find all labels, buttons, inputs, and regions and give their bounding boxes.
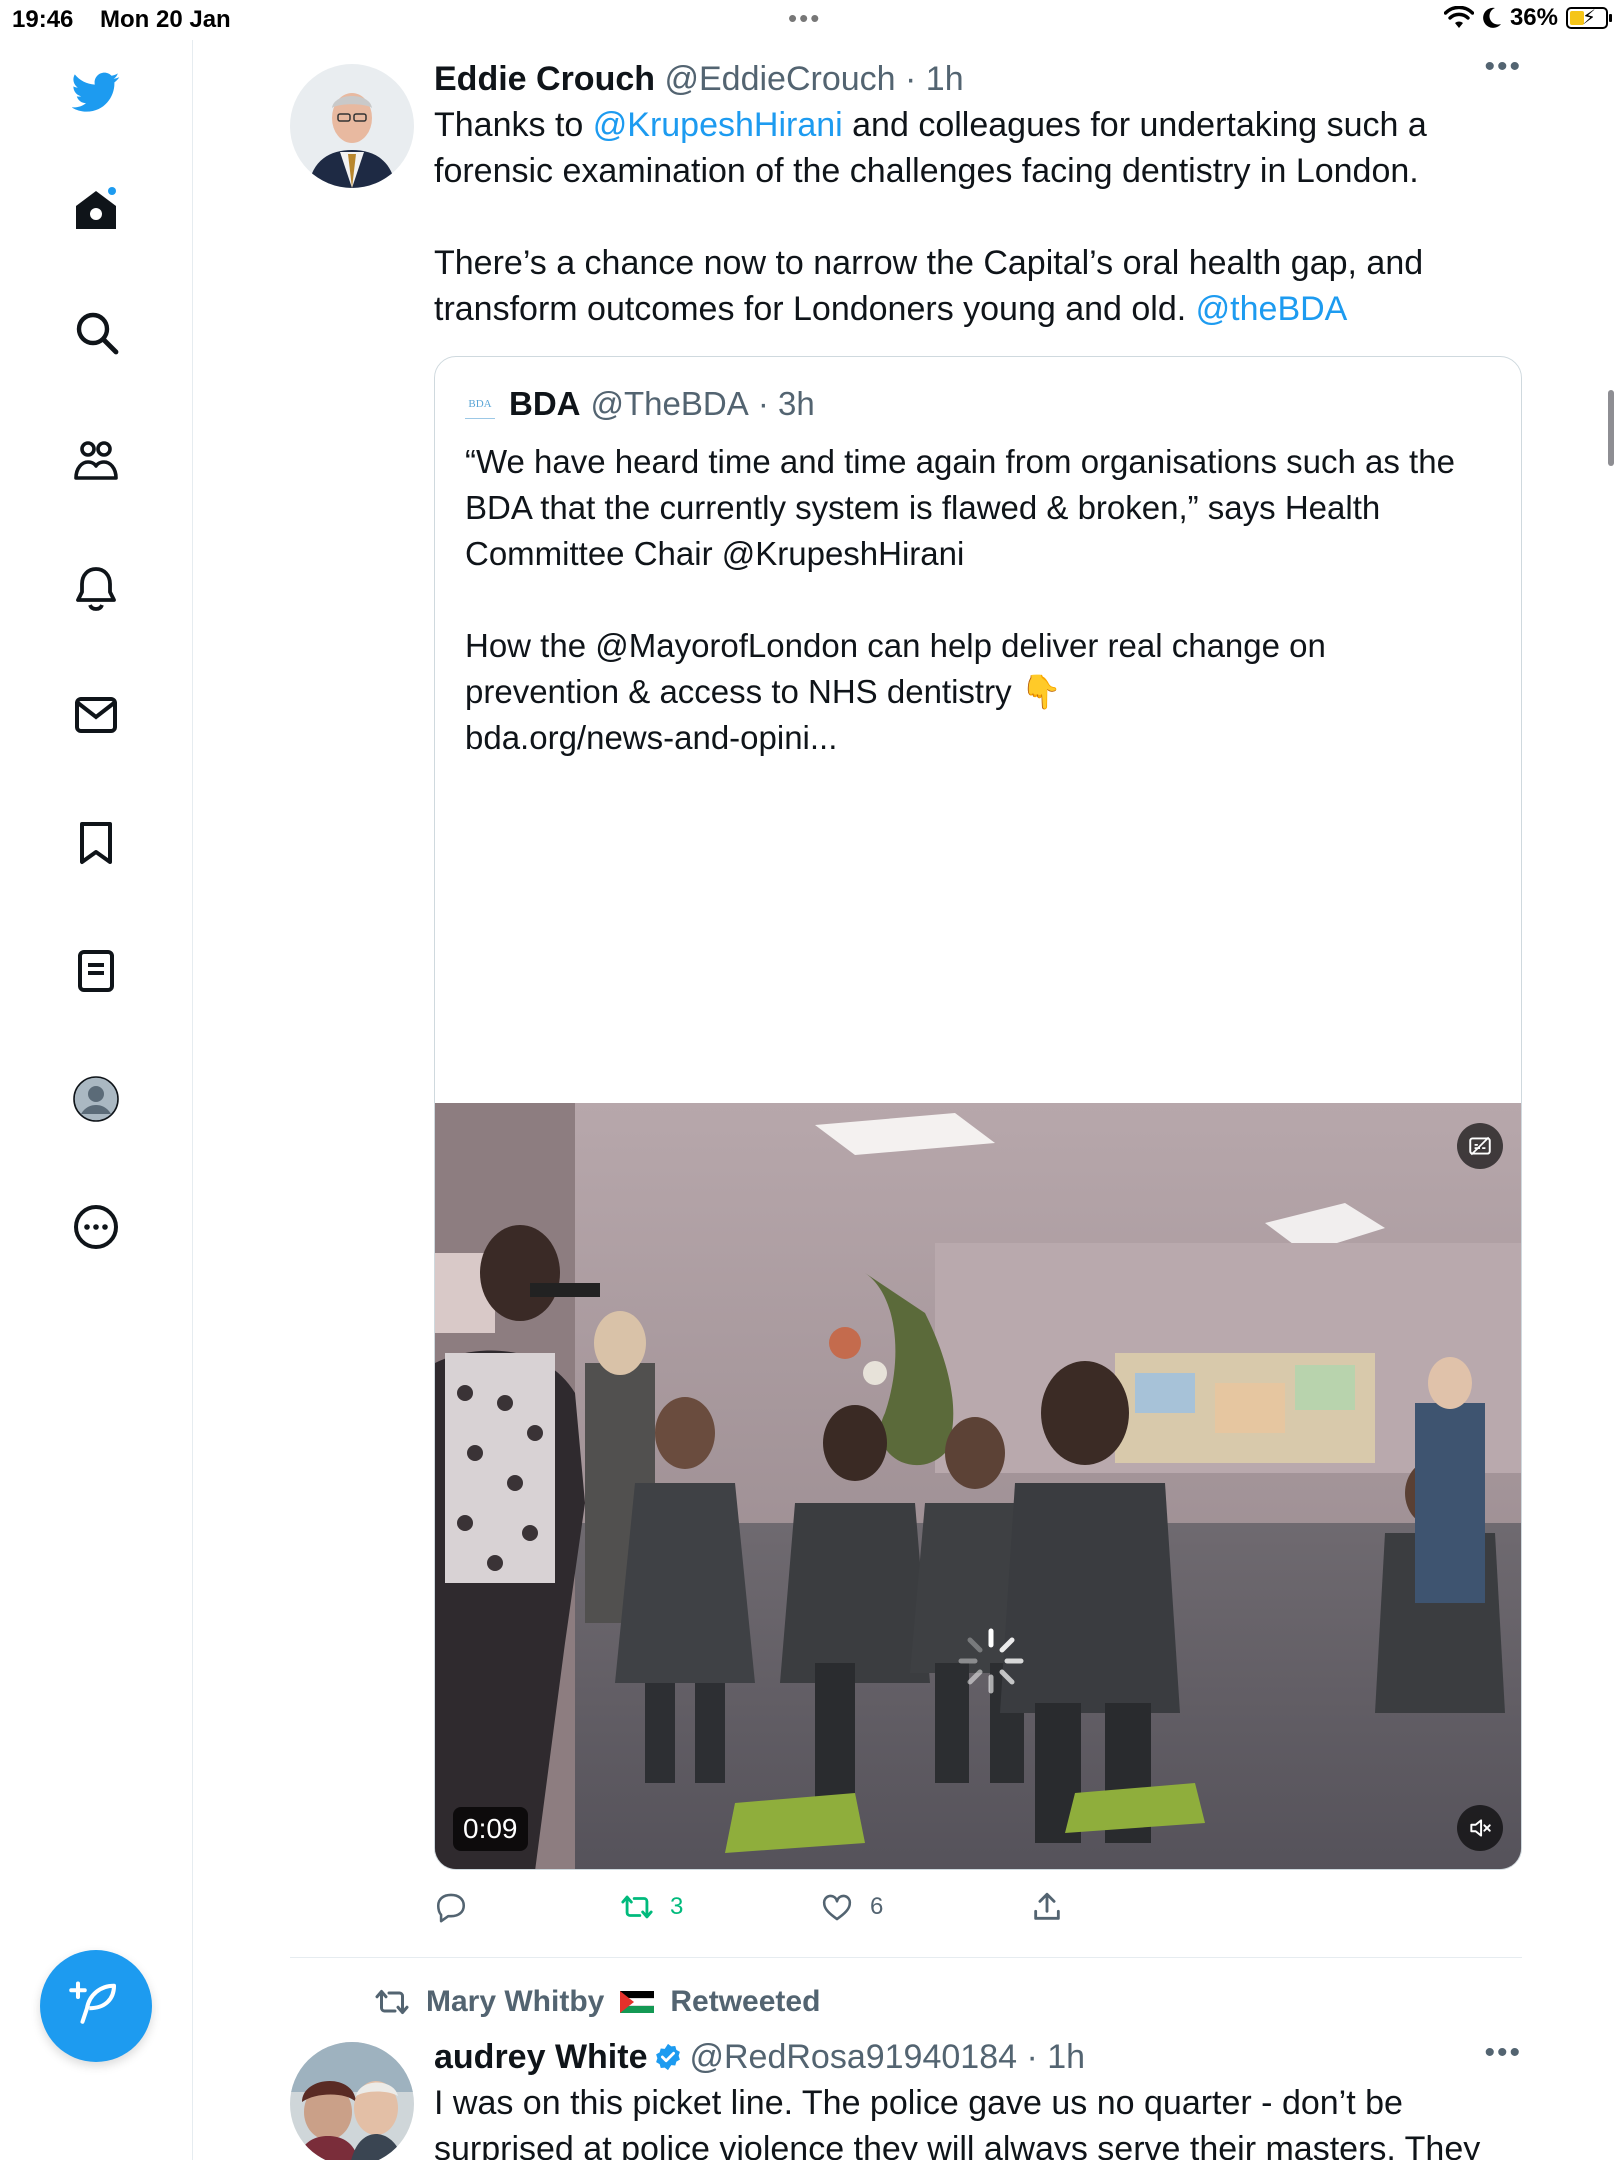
tweet-body: audrey White @RedRosa91940184 · 1h I was … bbox=[434, 2034, 1522, 2160]
author-handle[interactable]: @RedRosa91940184 bbox=[689, 2038, 1017, 2076]
tweet-actions: 3 6 bbox=[434, 1890, 1334, 1934]
video-frame bbox=[435, 1103, 1521, 1869]
home-icon[interactable] bbox=[66, 180, 126, 240]
mute-button[interactable] bbox=[1457, 1805, 1503, 1851]
bda-avatar[interactable]: BDA bbox=[465, 389, 495, 419]
retweet-count: 3 bbox=[670, 1893, 684, 1920]
more-icon[interactable] bbox=[66, 1197, 126, 1257]
mention-link[interactable]: @KrupeshHirani bbox=[593, 106, 843, 144]
multitasking-dots-icon[interactable]: ••• bbox=[788, 5, 821, 31]
more-options-icon[interactable]: ••• bbox=[1484, 52, 1522, 82]
tweet-text-line: forensic examination of the challenges f… bbox=[434, 152, 1419, 190]
tweet-header: Eddie Crouch @EddieCrouch · 1h bbox=[434, 56, 1522, 102]
messages-icon[interactable] bbox=[66, 685, 126, 745]
reply-icon bbox=[436, 1893, 466, 1923]
search-icon[interactable] bbox=[66, 302, 126, 362]
twitter-logo-icon[interactable] bbox=[66, 62, 126, 122]
quoted-text-line: BDA that the currently system is flawed … bbox=[465, 489, 1381, 526]
status-right: 36% ⚡ bbox=[1443, 4, 1612, 32]
speaker-muted-icon bbox=[1470, 1819, 1491, 1837]
video-player[interactable]: 0:09 bbox=[435, 1103, 1521, 1869]
video-timer: 0:09 bbox=[453, 1807, 528, 1851]
like-count: 6 bbox=[870, 1893, 884, 1920]
author-name[interactable]: audrey White bbox=[434, 2038, 647, 2076]
tweet-text-line: There’s a chance now to narrow the Capit… bbox=[434, 244, 1424, 282]
tweet-body: Eddie Crouch @EddieCrouch · 1h Thanks to… bbox=[434, 56, 1522, 332]
quoted-tweet-header: BDA BDA @TheBDA · 3h bbox=[465, 385, 815, 423]
captions-button[interactable] bbox=[1457, 1123, 1503, 1169]
tweet-text: I was on this picket line. The police ga… bbox=[434, 2080, 1522, 2160]
status-bar: 19:46 Mon 20 Jan ••• 36% ⚡ bbox=[0, 0, 1620, 40]
tweet-text-line: surprised at police violence they will a… bbox=[434, 2130, 1481, 2160]
quoted-author-handle[interactable]: @TheBDA bbox=[591, 385, 749, 423]
heart-icon bbox=[822, 1894, 852, 1921]
author-name[interactable]: Eddie Crouch bbox=[434, 60, 655, 98]
wifi-icon bbox=[1443, 6, 1474, 28]
profile-icon[interactable] bbox=[66, 1069, 126, 1129]
tweet-text-span: and colleagues for undertaking such a bbox=[842, 106, 1427, 144]
compose-tweet-button[interactable] bbox=[40, 1950, 152, 2062]
tweet-divider bbox=[290, 1957, 1522, 1958]
tweet-time[interactable]: · 1h bbox=[1026, 2038, 1085, 2076]
scroll-indicator[interactable] bbox=[1608, 390, 1614, 466]
notifications-icon[interactable] bbox=[66, 558, 126, 618]
retweeted-label: Retweeted bbox=[670, 1985, 821, 2018]
status-date: Mon 20 Jan bbox=[100, 6, 231, 33]
loading-spinner-icon bbox=[958, 1628, 1024, 1694]
author-handle[interactable]: @EddieCrouch bbox=[664, 60, 895, 98]
more-options-icon[interactable]: ••• bbox=[1484, 2038, 1522, 2068]
quoted-tweet-text: “We have heard time and time again from … bbox=[465, 439, 1495, 761]
quoted-tweet[interactable]: BDA BDA @TheBDA · 3h “We have heard time… bbox=[434, 356, 1522, 1870]
retweet-icon bbox=[375, 1990, 409, 2014]
battery-icon: ⚡ bbox=[1566, 7, 1612, 29]
retweet-button[interactable]: 3 bbox=[620, 1890, 683, 1924]
retweeted-by: Mary Whitby Retweeted bbox=[374, 1984, 820, 2020]
battery-percent: 36% bbox=[1509, 4, 1558, 31]
sidebar bbox=[0, 40, 193, 2160]
avatar[interactable] bbox=[290, 64, 414, 188]
quoted-text-line[interactable]: bda.org/news-and-opini... bbox=[465, 715, 1495, 761]
retweet-icon bbox=[621, 1895, 653, 1919]
share-button[interactable] bbox=[1030, 1890, 1064, 1924]
quoted-text-line: How the @MayorofLondon can help deliver … bbox=[465, 627, 1326, 664]
tweet-text-line: I was on this picket line. The police ga… bbox=[434, 2084, 1403, 2122]
quoted-text-line bbox=[465, 577, 1495, 623]
share-icon bbox=[1034, 1892, 1060, 1920]
tweet-time[interactable]: · 1h bbox=[905, 60, 964, 98]
avatar[interactable] bbox=[290, 2042, 414, 2160]
compose-tweet-icon bbox=[69, 1981, 117, 2024]
tweet-text-span: transform outcomes for Londoners young a… bbox=[434, 290, 1196, 328]
verified-badge-icon bbox=[656, 2043, 681, 2071]
lists-icon[interactable] bbox=[66, 941, 126, 1001]
retweeter-name[interactable]: Mary Whitby bbox=[426, 1985, 604, 2019]
moon-icon bbox=[1483, 7, 1501, 28]
communities-icon[interactable] bbox=[66, 430, 126, 490]
reply-button[interactable] bbox=[434, 1890, 484, 1924]
mention-link[interactable]: @theBDA bbox=[1196, 290, 1348, 328]
quoted-author-name[interactable]: BDA bbox=[509, 385, 581, 423]
captions-off-icon bbox=[1469, 1136, 1491, 1156]
quoted-text-line: Committee Chair @KrupeshHirani bbox=[465, 535, 965, 572]
status-time: 19:46 bbox=[12, 6, 74, 33]
quoted-tweet-time[interactable]: · 3h bbox=[758, 385, 815, 423]
quoted-text-line: “We have heard time and time again from … bbox=[465, 443, 1455, 480]
tweet-header: audrey White @RedRosa91940184 · 1h bbox=[434, 2034, 1522, 2080]
bookmarks-icon[interactable] bbox=[66, 813, 126, 873]
tweet-text: Thanks to @KrupeshHirani and colleagues … bbox=[434, 102, 1522, 332]
tweet-text-span: Thanks to bbox=[434, 106, 593, 144]
palestine-flag-icon bbox=[620, 1991, 655, 2013]
quoted-text-line: prevention & access to NHS dentistry 👇 bbox=[465, 673, 1062, 710]
like-button[interactable]: 6 bbox=[820, 1890, 883, 1924]
